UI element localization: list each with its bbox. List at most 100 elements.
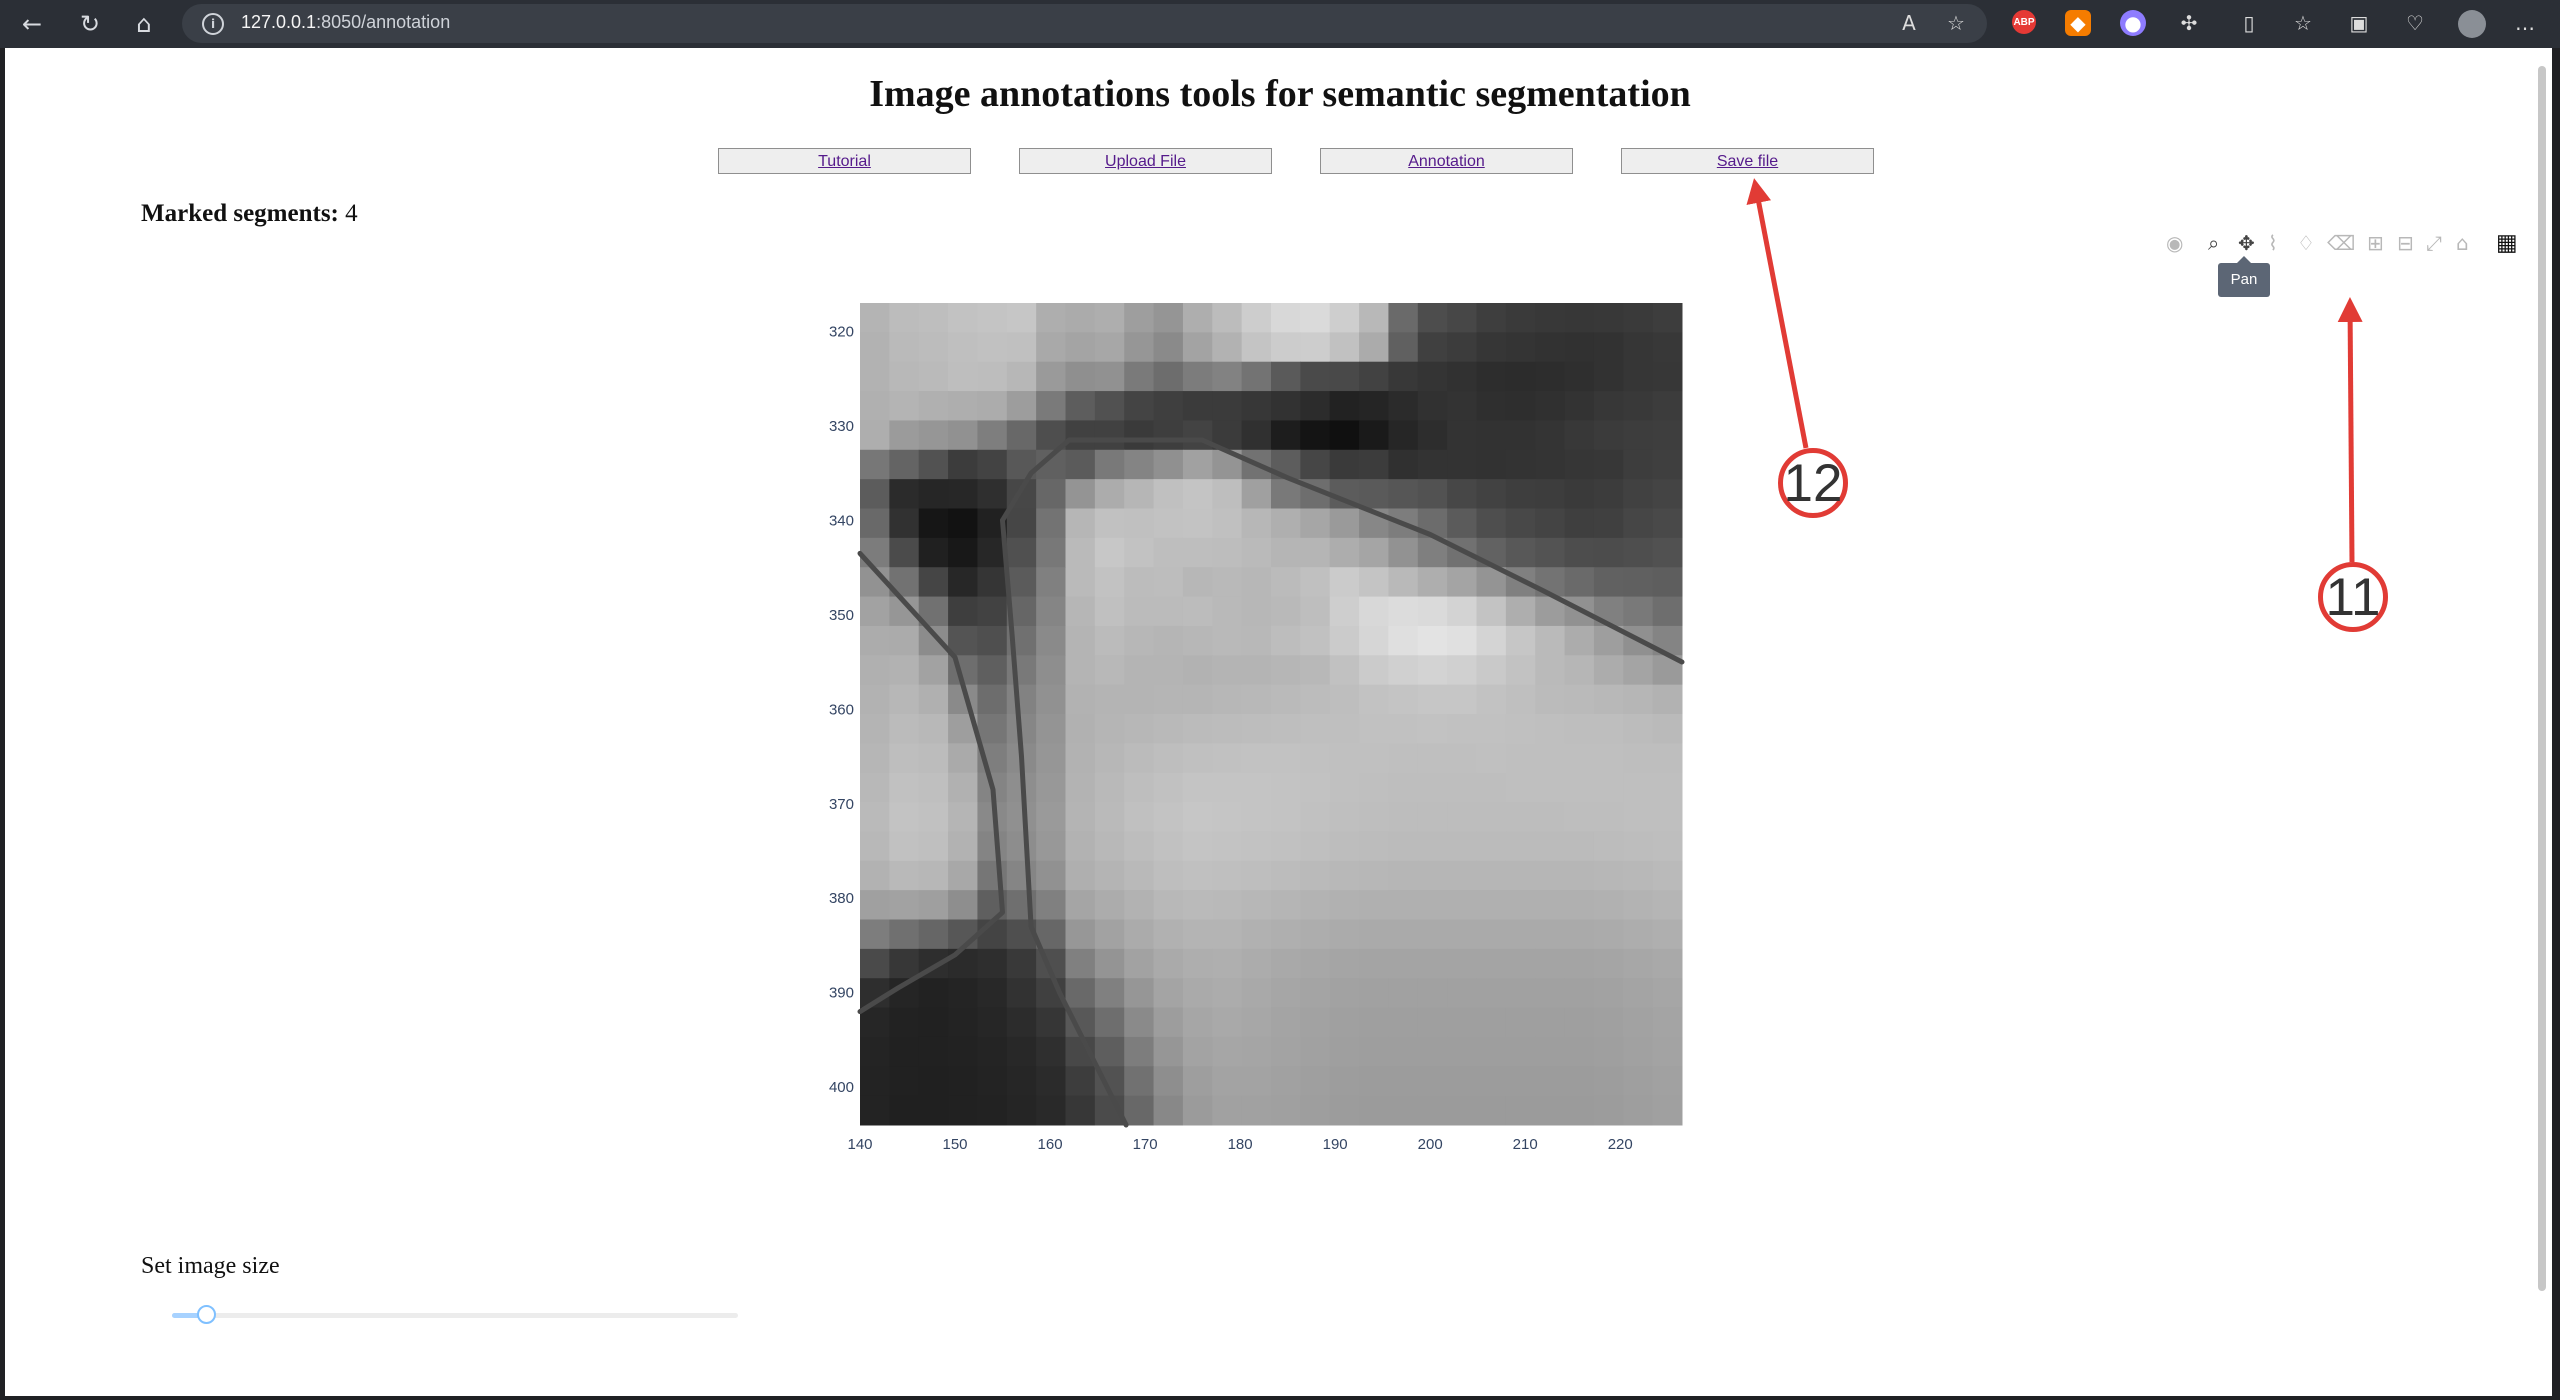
image-pixel [1036, 1066, 1066, 1097]
image-pixel [948, 479, 978, 509]
image-pixel [918, 303, 949, 333]
profile-avatar-icon[interactable] [2458, 10, 2486, 38]
image-pixel [918, 978, 949, 1009]
annotation-button[interactable]: Annotation [1320, 148, 1573, 174]
refresh-icon[interactable]: ↻ [72, 6, 108, 42]
image-pixel [1006, 1007, 1037, 1038]
image-pixel [1329, 1095, 1360, 1126]
image-pixel [1271, 1036, 1301, 1067]
x-tick-label: 200 [1418, 1136, 1443, 1153]
image-pixel [1300, 1095, 1331, 1126]
image-pixel [1124, 361, 1155, 392]
address-bar[interactable] [182, 4, 1987, 43]
image-pixel [1564, 802, 1595, 832]
image-pixel [1153, 1095, 1184, 1126]
more-icon[interactable]: … [2512, 10, 2538, 36]
fox-extension-icon[interactable]: ◆ [2065, 10, 2091, 36]
image-size-slider-track[interactable] [172, 1305, 738, 1324]
favorite-star-icon[interactable]: ☆ [1943, 10, 1969, 36]
image-pixel [1036, 596, 1066, 627]
image-pixel [1564, 860, 1595, 891]
image-pixel [1241, 743, 1272, 774]
image-pixel [1329, 1007, 1360, 1038]
image-pixel [1006, 508, 1037, 539]
image-segmentation-plot[interactable]: 320 330 340 350 360 370 380 390 400 140 150 160 170… [800, 290, 1700, 1170]
image-pixel [977, 361, 1008, 392]
x-tick-label: 180 [1228, 1136, 1253, 1153]
image-pixel [1241, 508, 1272, 539]
info-icon[interactable]: i [202, 13, 224, 35]
tutorial-button[interactable]: Tutorial [718, 148, 971, 174]
image-pixel [918, 537, 949, 568]
image-pixel [1359, 831, 1389, 862]
puzzle-extension-icon[interactable]: ✣ [2176, 10, 2202, 36]
image-pixel [1094, 831, 1125, 862]
favorites-icon[interactable]: ☆ [2290, 10, 2316, 36]
image-pixel [1006, 567, 1037, 598]
image-pixel [1388, 567, 1419, 598]
image-pixel [1535, 919, 1566, 950]
zoom-in-icon[interactable]: ⊞ [2367, 230, 2384, 256]
image-pixel [1593, 332, 1624, 363]
image-pixel [1359, 449, 1389, 480]
zoom-out-icon[interactable]: ⊟ [2397, 230, 2414, 256]
back-arrow-icon[interactable]: ← [14, 6, 50, 42]
image-pixel [1359, 361, 1389, 392]
image-pixel [1329, 508, 1360, 539]
marked-segments-label: Marked segments: [141, 200, 339, 227]
image-pixel [1623, 332, 1654, 363]
image-pixel [1476, 1007, 1507, 1038]
image-pixel [1212, 1036, 1243, 1067]
image-pixel [1505, 655, 1536, 686]
modebar-plotly-logo[interactable]: ▦ [2496, 230, 2518, 256]
draw-open-path-icon[interactable]: ⌇ [2268, 230, 2278, 256]
collections-icon[interactable]: ▣ [2346, 10, 2372, 36]
save-file-button[interactable]: Save file [1621, 148, 1874, 174]
image-pixel [1182, 303, 1213, 333]
image-pixel [1447, 714, 1477, 744]
address-text[interactable]: 127.0.0.1:8050/annotation [241, 12, 450, 33]
purple-extension-icon[interactable]: ● [2120, 10, 2146, 36]
autoscale-icon[interactable]: ⤢ [2426, 230, 2442, 256]
image-pixel [1182, 1036, 1213, 1067]
copilot-heart-icon[interactable]: ♡ [2402, 10, 2428, 36]
image-pixel [1564, 625, 1595, 656]
image-pixel [860, 684, 890, 715]
split-screen-icon[interactable]: ▯ [2236, 10, 2262, 36]
image-pixel [1271, 567, 1301, 598]
erase-shape-icon[interactable]: ⌫ [2327, 230, 2355, 256]
read-aloud-icon[interactable]: A [1896, 10, 1922, 36]
image-pixel [977, 1095, 1008, 1126]
camera-icon[interactable]: ◉ [2166, 230, 2183, 256]
image-size-slider-handle[interactable] [196, 1305, 216, 1324]
image-pixel [1593, 919, 1624, 950]
image-pixel [1182, 802, 1213, 832]
draw-closed-path-icon[interactable]: ♢ [2297, 230, 2315, 256]
home-icon[interactable]: ⌂ [126, 6, 162, 42]
image-pixel [1300, 303, 1331, 333]
image-pixel [918, 714, 949, 744]
reset-axes-icon[interactable]: ⌂ [2456, 230, 2469, 256]
upload-file-button[interactable]: Upload File [1019, 148, 1272, 174]
image-pixel [1476, 479, 1507, 509]
image-pixel [1623, 772, 1654, 803]
image-pixel [918, 1036, 949, 1067]
image-pixel [1241, 1036, 1272, 1067]
image-pixel [860, 449, 890, 480]
image-pixel [1182, 772, 1213, 803]
abp-extension-icon[interactable]: ABP [2012, 10, 2036, 34]
pan-icon[interactable]: ✥ [2238, 230, 2255, 256]
image-pixel [1564, 831, 1595, 862]
image-pixel [1300, 420, 1331, 451]
image-pixel [1535, 420, 1566, 451]
image-pixel [1652, 449, 1683, 480]
zoom-icon[interactable]: ⌕ [2208, 230, 2219, 256]
image-pixel [1094, 596, 1125, 627]
image-pixel [889, 772, 920, 803]
image-pixel [1212, 625, 1243, 656]
image-pixel [1593, 537, 1624, 568]
vertical-scrollbar[interactable] [2538, 66, 2546, 1291]
image-pixel [1241, 361, 1272, 392]
image-pixel [1300, 1036, 1331, 1067]
image-pixel [860, 890, 890, 920]
